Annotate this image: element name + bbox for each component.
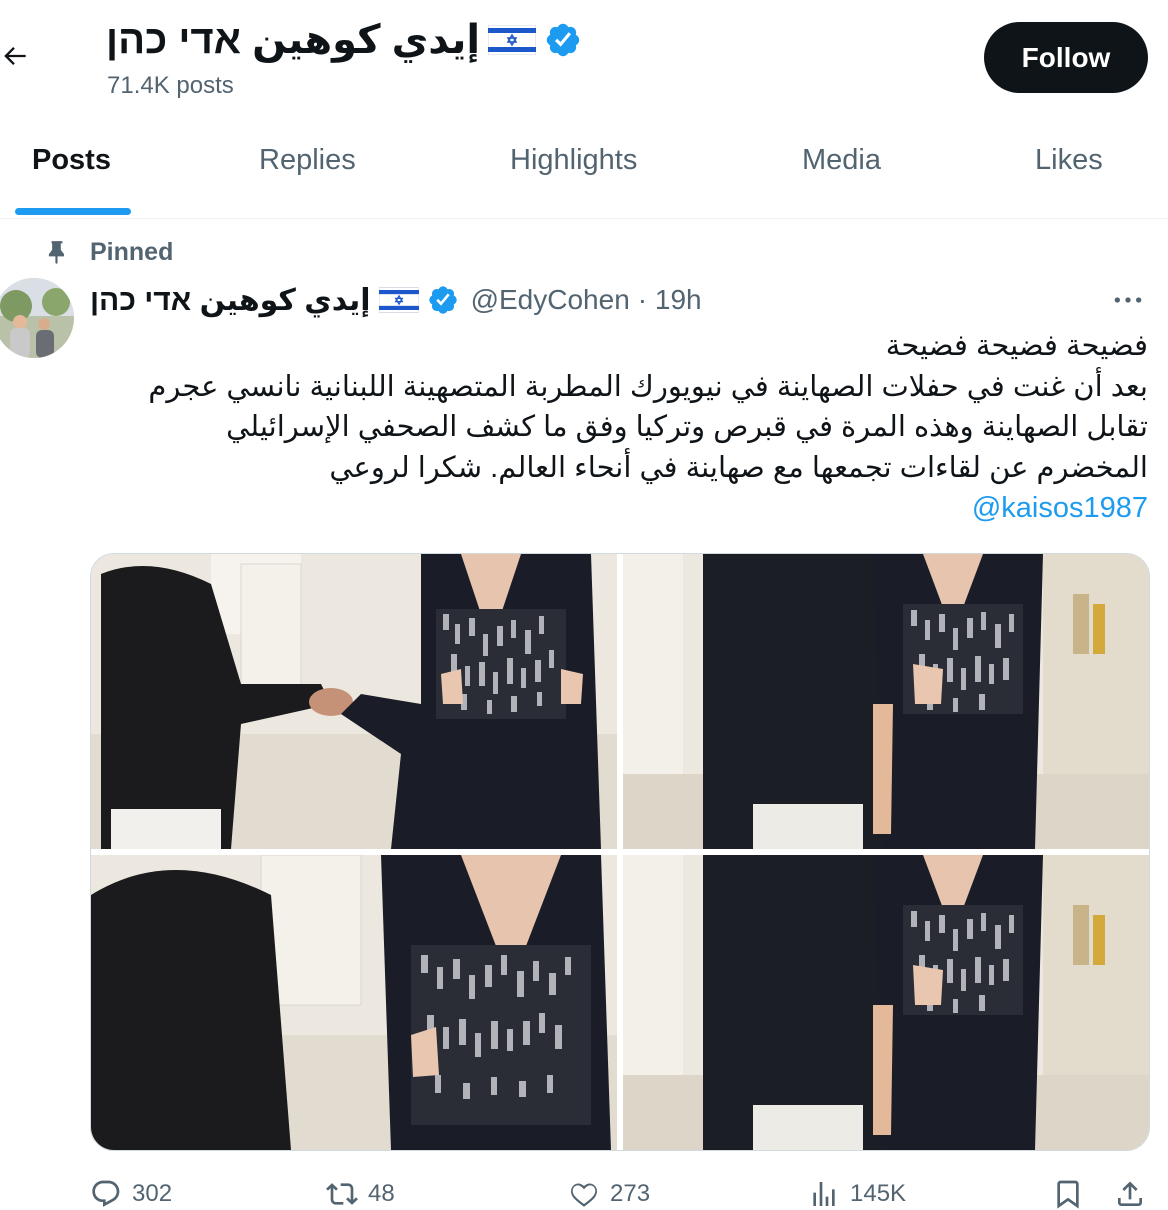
- media-photo-4[interactable]: [623, 855, 1149, 1150]
- more-button[interactable]: [1110, 286, 1146, 314]
- views-count: 145K: [850, 1180, 907, 1207]
- media-photo-2[interactable]: [623, 554, 1149, 849]
- tab-posts[interactable]: Posts: [32, 144, 111, 177]
- israel-flag-icon: [488, 25, 537, 55]
- bookmark-button[interactable]: [1052, 1178, 1084, 1210]
- tweet-text-line: فضيحة فضيحة فضيحة: [885, 330, 1148, 362]
- views-icon: [813, 1182, 835, 1206]
- tweet-handle[interactable]: @EdyCohen: [471, 284, 630, 316]
- repost-button[interactable]: 48: [326, 1178, 395, 1210]
- tweet-mention[interactable]: @kaisos1987: [972, 492, 1148, 524]
- media-photo-1[interactable]: [91, 554, 617, 849]
- repost-count: 48: [368, 1180, 395, 1207]
- more-icon: [1114, 297, 1142, 303]
- tab-likes[interactable]: Likes: [1035, 144, 1103, 177]
- profile-name-row: إيدي كوهين אדי כהן: [106, 14, 582, 66]
- tweet-text-line: تقابل الصهاينة وهذه المرة في قبرص وتركيا…: [226, 411, 1148, 443]
- verified-badge-icon: [546, 23, 580, 57]
- posts-count: 71.4K posts: [107, 72, 234, 99]
- profile-name: إيدي كوهين אדי כהן: [106, 18, 481, 62]
- share-button[interactable]: [1114, 1178, 1146, 1210]
- repost-icon: [326, 1183, 358, 1205]
- pin-icon: [48, 241, 65, 264]
- tab-replies[interactable]: Replies: [259, 144, 356, 177]
- israel-flag-icon: [378, 287, 419, 313]
- tweet-text-line: المخضرم عن لقاءات تجمعها مع صهاينة في أن…: [329, 451, 1148, 484]
- tweet-text-line: بعد أن غنت في حفلات الصهاينة في نيويورك …: [148, 370, 1148, 403]
- media-photo-3[interactable]: [91, 855, 617, 1150]
- back-button[interactable]: [0, 36, 36, 76]
- tweet-text: فضيحة فضيحة فضيحة بعد أن غنت في حفلات ال…: [96, 326, 1148, 529]
- reply-icon: [92, 1180, 120, 1207]
- tweet-actions: 302 48 273 145K: [0, 1168, 1168, 1210]
- reply-button[interactable]: 302: [90, 1178, 172, 1210]
- follow-button[interactable]: Follow: [984, 22, 1148, 93]
- tweet-header: إيدي كوهين אדי כהן @EdyCohen · 19h: [90, 280, 702, 320]
- back-arrow-icon: [4, 47, 26, 65]
- bookmark-icon: [1057, 1180, 1079, 1209]
- like-button[interactable]: 273: [568, 1178, 650, 1210]
- verified-badge-icon: [428, 286, 457, 314]
- active-tab-indicator: [15, 208, 131, 215]
- share-icon: [1118, 1181, 1142, 1206]
- profile-header: إيدي كوهين אדי כהן 71.4K posts Follow: [0, 0, 1168, 118]
- tab-media[interactable]: Media: [802, 144, 881, 177]
- reply-count: 302: [132, 1180, 173, 1207]
- avatar[interactable]: [0, 278, 74, 358]
- views-button[interactable]: 145K: [808, 1178, 906, 1210]
- tab-highlights[interactable]: Highlights: [510, 144, 637, 177]
- pinned-label: Pinned: [90, 237, 174, 266]
- tweet-timestamp[interactable]: · 19h: [638, 284, 702, 316]
- pinned-indicator: Pinned: [44, 236, 173, 268]
- profile-tabs: Posts Replies Highlights Media Likes: [0, 118, 1168, 219]
- media-grid: [90, 553, 1150, 1151]
- like-icon: [570, 1183, 598, 1207]
- like-count: 273: [610, 1180, 651, 1207]
- tweet-author-name[interactable]: إيدي كوهين אדי כהן: [90, 283, 371, 318]
